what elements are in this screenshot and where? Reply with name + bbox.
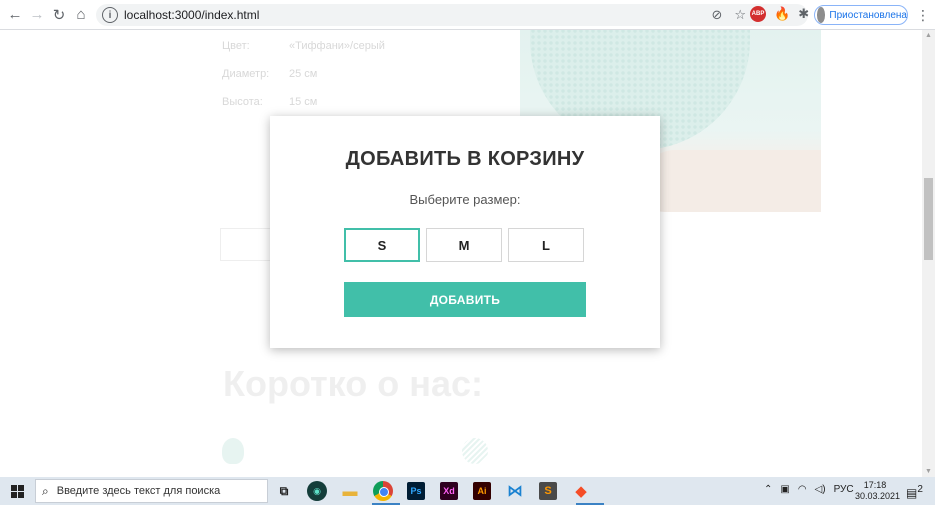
windows-logo-icon [10, 484, 24, 498]
size-button-m[interactable]: M [426, 228, 502, 262]
chevron-up-icon[interactable]: ⌃ [764, 484, 772, 495]
photoshop-icon[interactable]: Ps [407, 482, 425, 500]
clock[interactable]: 17:18 30.03.2021 [855, 480, 900, 502]
search-placeholder[interactable]: Введите здесь текст для поиска [57, 485, 221, 497]
forward-arrow-icon[interactable]: → [26, 4, 48, 26]
prop-row: Диаметр: 25 см [222, 68, 318, 80]
system-tray: ⌃ ▣ ◠ ◁) РУС [764, 484, 854, 495]
file-explorer-icon[interactable]: ▬ [338, 479, 362, 503]
wifi-icon[interactable]: ◠ [798, 484, 807, 495]
illustrator-icon[interactable]: Ai [473, 482, 491, 500]
start-button[interactable] [0, 477, 34, 505]
size-options: S M L [344, 228, 584, 262]
scroll-up-icon[interactable]: ▲ [925, 32, 932, 39]
section-title: Коротко о нас: [223, 363, 483, 404]
windows-taskbar: ⌕ Введите здесь текст для поиска ⧉ ◉ ▬ P… [0, 477, 935, 505]
product-properties: Цвет: «Тиффани»/серый Диаметр: 25 см Выс… [222, 32, 385, 116]
add-to-cart-button[interactable]: ДОБАВИТЬ [344, 282, 586, 317]
browser-toolbar: ← → ↻ ⌂ i localhost:3000/index.html ⊘ ☆ … [0, 0, 935, 30]
page-scrollbar[interactable]: ▲ ▼ [922, 30, 935, 477]
home-icon[interactable]: ⌂ [70, 4, 92, 26]
taskbar-search[interactable]: ⌕ Введите здесь текст для поиска [35, 479, 268, 503]
url-text[interactable]: localhost:3000/index.html [124, 8, 259, 22]
chrome-icon[interactable] [373, 481, 393, 501]
reload-icon[interactable]: ↻ [48, 4, 70, 26]
back-arrow-icon[interactable]: ← [4, 4, 26, 26]
menu-dots-icon[interactable]: ⋮ [916, 7, 930, 24]
avatar [817, 7, 826, 23]
task-view-icon[interactable]: ⧉ [272, 479, 296, 503]
star-icon[interactable]: ☆ [734, 7, 746, 23]
language-indicator[interactable]: РУС [834, 484, 854, 495]
extension-app-icon[interactable]: ◉ [307, 481, 327, 501]
vscode-icon[interactable]: ⋈ [503, 479, 527, 503]
profile-button[interactable]: Приостановлена [814, 5, 908, 25]
size-button-l[interactable]: L [508, 228, 584, 262]
modal-subtitle: Выберите размер: [409, 192, 521, 207]
notifications-icon[interactable]: ▤2 [906, 484, 923, 500]
scroll-down-icon[interactable]: ▼ [925, 468, 932, 475]
tracking-off-icon[interactable]: ⊘ [711, 7, 722, 23]
sublime-text-icon[interactable]: S [539, 482, 557, 500]
xd-icon[interactable]: Xd [440, 482, 458, 500]
prop-row: Высота: 15 см [222, 96, 318, 108]
profile-status: Приостановлена [829, 9, 907, 21]
scrollbar-thumb[interactable] [924, 178, 933, 260]
modal-title: ДОБАВИТЬ В КОРЗИНУ [345, 148, 585, 170]
address-bar[interactable]: i localhost:3000/index.html ⊘ ☆ [96, 4, 808, 26]
flame-icon[interactable]: 🔥 [774, 6, 790, 22]
prop-row: Цвет: «Тиффани»/серый [222, 40, 385, 52]
feature-icon [462, 438, 488, 464]
network-icon[interactable]: ▣ [780, 484, 789, 495]
feature-icon [222, 438, 244, 464]
size-button-s[interactable]: S [344, 228, 420, 262]
add-to-cart-modal: ДОБАВИТЬ В КОРЗИНУ Выберите размер: S M … [270, 116, 660, 348]
volume-icon[interactable]: ◁) [815, 484, 826, 495]
search-icon: ⌕ [42, 483, 49, 498]
adblock-icon[interactable]: ABP [750, 6, 766, 22]
extensions-icon[interactable]: ✱ [798, 6, 809, 22]
site-info-icon[interactable]: i [102, 7, 118, 23]
git-kraken-icon[interactable]: ◆ [569, 479, 593, 503]
